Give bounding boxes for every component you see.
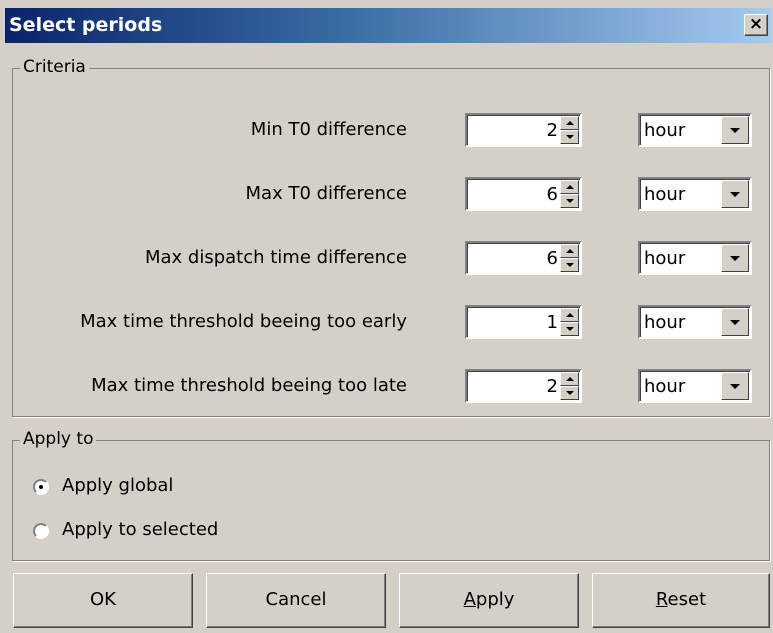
criteria-row-min-t0: Min T0 difference 2 hour [13,113,769,149]
spinner-buttons [560,180,579,208]
row-label: Max T0 difference [245,183,407,204]
too-early-spinner[interactable]: 1 [465,305,582,339]
max-dispatch-spinner[interactable]: 6 [465,241,582,275]
too-late-spinner[interactable]: 2 [465,369,582,403]
apply-to-legend: Apply to [20,429,97,449]
dropdown-arrow-icon[interactable] [721,180,749,208]
row-label: Max time threshold beeing too late [91,375,407,396]
too-early-unit-select[interactable]: hour [638,305,752,339]
radio-label[interactable]: Apply to selected [62,519,218,540]
spinner-buttons [560,244,579,272]
spinner-value[interactable]: 1 [547,312,558,333]
spin-down-icon[interactable] [560,322,579,336]
criteria-row-too-early: Max time threshold beeing too early 1 ho… [13,305,769,341]
unit-value: hour [644,184,686,205]
min-t0-unit-select[interactable]: hour [638,113,752,147]
spin-up-icon[interactable] [560,308,579,322]
spin-down-icon[interactable] [560,194,579,208]
dropdown-arrow-icon[interactable] [721,308,749,336]
min-t0-spinner[interactable]: 2 [465,113,582,147]
unit-value: hour [644,312,686,333]
spin-down-icon[interactable] [560,130,579,144]
dropdown-arrow-icon[interactable] [721,372,749,400]
criteria-group: Criteria Min T0 difference 2 hour Max T0… [12,57,770,417]
radio-unchecked-icon[interactable] [33,523,49,539]
apply-to-group: Apply to Apply global Apply to selected [12,429,770,561]
spin-up-icon[interactable] [560,244,579,258]
spin-down-icon[interactable] [560,258,579,272]
select-periods-dialog: Select periods × Criteria Min T0 differe… [0,0,773,633]
spinner-buttons [560,372,579,400]
cancel-label: Cancel [265,589,327,610]
max-t0-spinner[interactable]: 6 [465,177,582,211]
reset-button[interactable]: Reset [592,573,770,628]
row-label: Max time threshold beeing too early [80,311,407,332]
unit-value: hour [644,376,686,397]
criteria-row-max-dispatch: Max dispatch time difference 6 hour [13,241,769,277]
spinner-buttons [560,308,579,336]
unit-value: hour [644,248,686,269]
close-icon: × [748,14,764,34]
ok-label: OK [90,589,116,610]
criteria-row-too-late: Max time threshold beeing too late 2 hou… [13,369,769,405]
spin-down-icon[interactable] [560,386,579,400]
row-label: Min T0 difference [250,119,407,140]
ok-button[interactable]: OK [13,573,193,628]
spinner-value[interactable]: 2 [547,376,558,397]
too-late-unit-select[interactable]: hour [638,369,752,403]
reset-mnemonic: R [655,589,668,610]
radio-checked-icon[interactable] [33,479,49,495]
reset-label: eset [667,589,707,610]
window-title: Select periods [9,14,163,36]
max-t0-unit-select[interactable]: hour [638,177,752,211]
apply-button[interactable]: Apply [399,573,579,628]
radio-label[interactable]: Apply global [62,475,173,496]
spin-up-icon[interactable] [560,116,579,130]
cancel-button[interactable]: Cancel [206,573,386,628]
spinner-value[interactable]: 2 [547,120,558,141]
title-bar[interactable]: Select periods × [5,8,772,43]
dropdown-arrow-icon[interactable] [721,116,749,144]
max-dispatch-unit-select[interactable]: hour [638,241,752,275]
unit-value: hour [644,120,686,141]
dropdown-arrow-icon[interactable] [721,244,749,272]
spin-up-icon[interactable] [560,180,579,194]
apply-label: pply [475,589,515,610]
spinner-value[interactable]: 6 [547,248,558,269]
spinner-value[interactable]: 6 [547,184,558,205]
criteria-legend: Criteria [20,57,89,77]
apply-mnemonic: A [463,589,476,610]
row-label: Max dispatch time difference [144,247,407,268]
criteria-row-max-t0: Max T0 difference 6 hour [13,177,769,213]
close-button[interactable]: × [744,14,768,36]
spinner-buttons [560,116,579,144]
spin-up-icon[interactable] [560,372,579,386]
